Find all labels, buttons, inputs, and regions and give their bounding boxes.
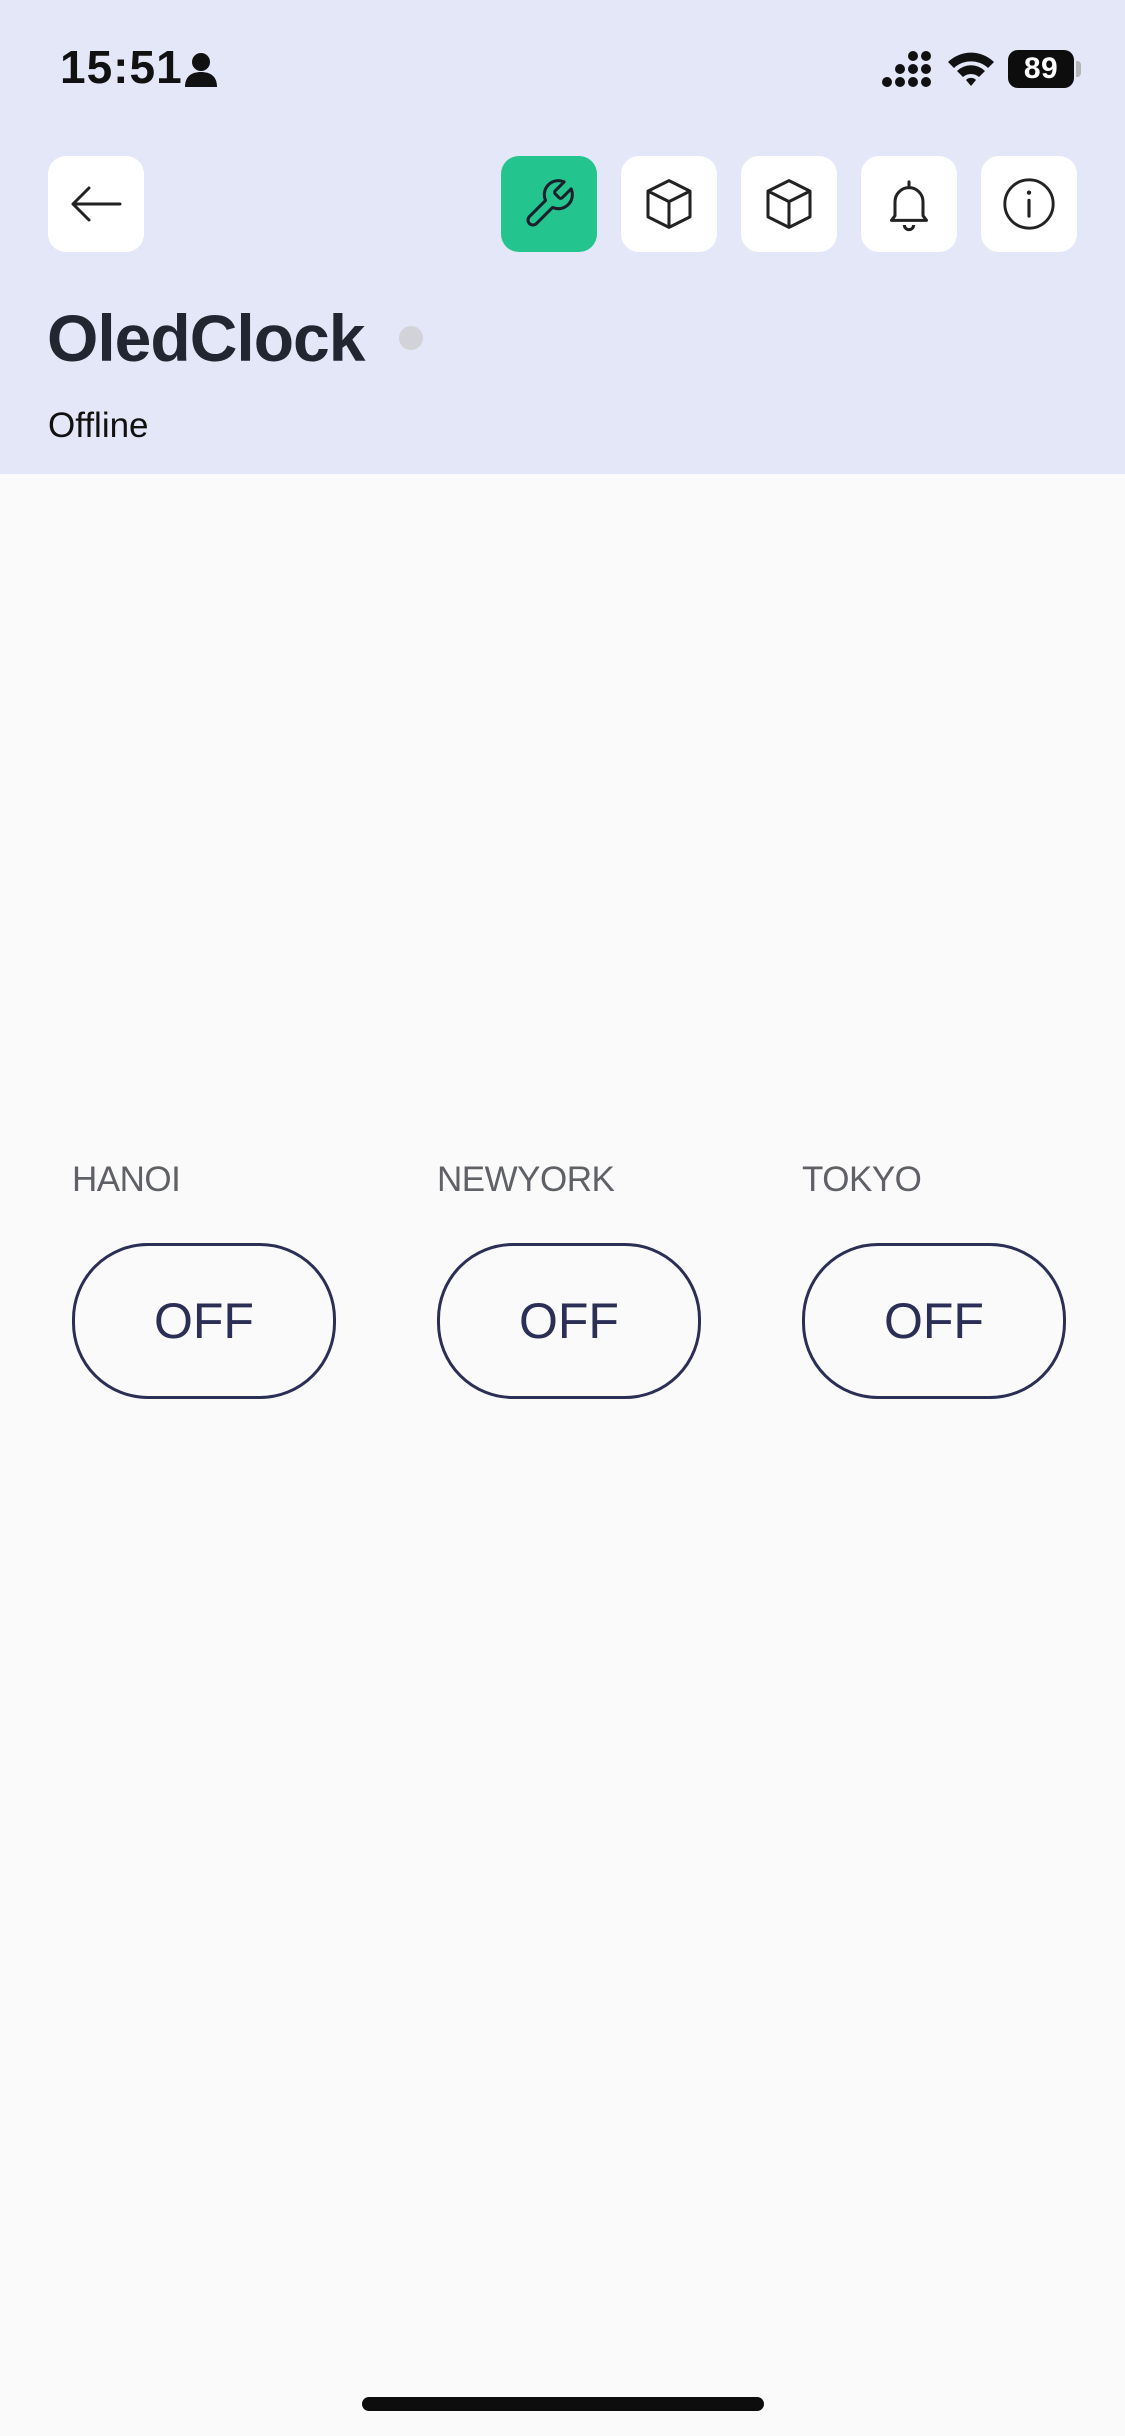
status-bar-time: 15:51: [60, 41, 183, 93]
device-title: OledClock: [47, 301, 365, 375]
widget-label-tokyo: TOKYO: [802, 1160, 922, 1199]
settings-wrench-button[interactable]: [501, 156, 597, 252]
wifi-icon: [948, 52, 994, 86]
switch-button-tokyo[interactable]: OFF: [802, 1243, 1066, 1399]
widget-label-newyork: NEWYORK: [437, 1160, 615, 1199]
switch-button-newyork[interactable]: OFF: [437, 1243, 701, 1399]
bell-icon: [889, 180, 929, 232]
cube-icon: [646, 179, 692, 229]
switch-button-hanoi[interactable]: OFF: [72, 1243, 336, 1399]
person-icon: [185, 53, 217, 87]
info-button[interactable]: [981, 156, 1077, 252]
battery-indicator: 89: [1008, 50, 1074, 88]
cellular-signal-icon: [882, 51, 931, 87]
header: 15:51 89 OledClock Offline: [0, 0, 1125, 474]
battery-cap: [1076, 61, 1081, 77]
wrench-icon: [526, 179, 574, 227]
notifications-button[interactable]: [861, 156, 957, 252]
back-button[interactable]: [48, 156, 144, 252]
home-indicator[interactable]: [362, 2397, 764, 2411]
widget-label-hanoi: HANOI: [72, 1160, 181, 1199]
cube-icon: [766, 179, 812, 229]
device-cube-button-1[interactable]: [621, 156, 717, 252]
device-status: Offline: [48, 406, 149, 445]
status-dot: [399, 326, 423, 350]
device-cube-button-2[interactable]: [741, 156, 837, 252]
info-icon: [1003, 178, 1055, 230]
arrow-left-icon: [71, 186, 122, 222]
